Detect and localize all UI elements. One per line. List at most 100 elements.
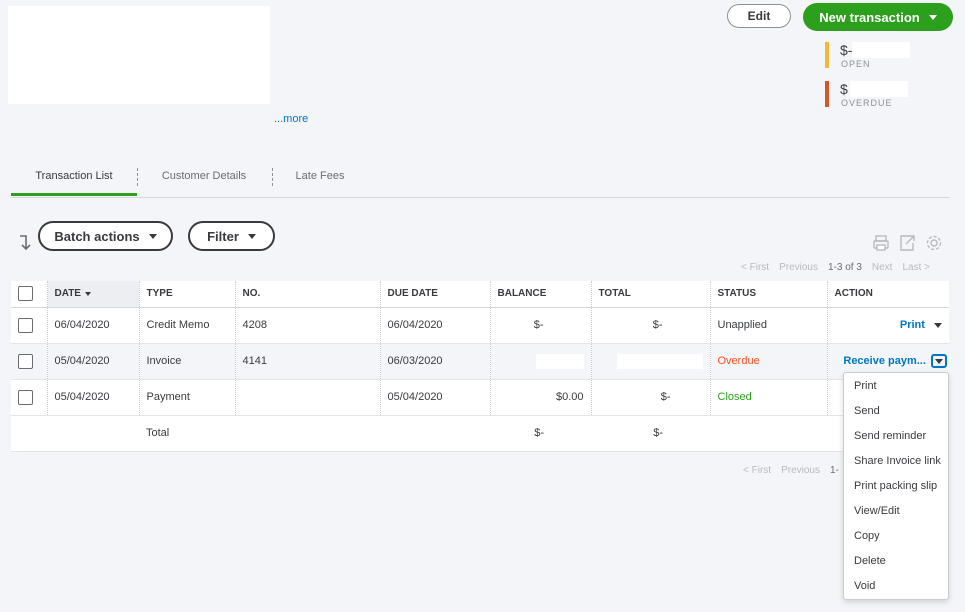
overdue-label: OVERDUE (841, 98, 893, 108)
total-spacer (380, 415, 490, 452)
print-action-link[interactable]: Print (900, 319, 925, 331)
column-header-balance[interactable]: BALANCE (490, 281, 592, 308)
pager-last[interactable]: Last > (902, 262, 930, 273)
open-amount: $- (840, 42, 853, 58)
filter-label: Filter (207, 228, 239, 244)
total-value: $- (652, 318, 663, 331)
open-bar (825, 42, 829, 68)
total-spacer (11, 415, 47, 452)
column-header-total[interactable]: TOTAL (591, 281, 711, 308)
cell-total: $- (591, 379, 711, 416)
cell-total: $- (591, 307, 711, 344)
cell-balance: $- (490, 307, 592, 344)
tab-late-fees[interactable]: Late Fees (281, 162, 359, 196)
total-label: Total (139, 415, 235, 452)
row-checkbox[interactable] (18, 353, 33, 369)
cell-date: 06/04/2020 (47, 307, 140, 344)
total-value: $- (660, 390, 671, 403)
export-icon[interactable] (898, 234, 916, 252)
cell-due-date: 06/03/2020 (380, 343, 491, 380)
total-spacer (710, 415, 827, 452)
cell-no (235, 379, 381, 416)
select-all-checkbox[interactable] (18, 286, 33, 302)
pager-first[interactable]: < First (741, 262, 769, 273)
settings-icon[interactable] (925, 234, 943, 252)
cell-no: 4141 (235, 343, 381, 380)
sort-desc-icon (84, 291, 91, 296)
open-label: OPEN (841, 59, 871, 69)
chevron-down-icon (148, 233, 157, 239)
total-spacer (47, 415, 139, 452)
batch-actions-label: Batch actions (54, 228, 140, 244)
redaction (662, 319, 703, 332)
edit-button[interactable]: Edit (727, 4, 791, 28)
row-select-cell (11, 343, 48, 380)
tab-transaction-list[interactable]: Transaction List (11, 162, 137, 196)
menu-item-view-edit[interactable]: View/Edit (844, 499, 948, 524)
table-total-row: Total $- $- (11, 415, 949, 452)
balance-value: $- (533, 318, 544, 331)
collapse-arrow-icon[interactable] (17, 233, 35, 253)
pager-first[interactable]: < First (743, 465, 771, 476)
cell-date: 05/04/2020 (47, 379, 140, 416)
tab-customer-details[interactable]: Customer Details (147, 162, 261, 196)
pager-bottom: < First Previous 1- (743, 465, 839, 476)
total-balance-value: $- (534, 426, 544, 439)
column-header-date[interactable]: DATE (47, 281, 140, 308)
overdue-amount-redaction (850, 81, 908, 97)
column-header-type[interactable]: TYPE (139, 281, 236, 308)
pager-previous[interactable]: Previous (781, 465, 820, 476)
pager-previous[interactable]: Previous (779, 262, 818, 273)
print-icon[interactable] (872, 234, 890, 252)
cell-status: Closed (710, 379, 828, 416)
cell-type: Payment (139, 379, 236, 416)
filter-button[interactable]: Filter (188, 221, 275, 251)
menu-item-print[interactable]: Print (844, 374, 948, 399)
column-header-status[interactable]: STATUS (710, 281, 828, 308)
pager-range: 1- (829, 465, 839, 476)
menu-item-send[interactable]: Send (844, 399, 948, 424)
cell-due-date: 05/04/2020 (380, 379, 491, 416)
cell-status: Unapplied (710, 307, 828, 344)
table-row[interactable]: 06/04/2020 Credit Memo 4208 06/04/2020 $… (11, 307, 949, 344)
open-summary[interactable]: $- OPEN (825, 42, 915, 72)
cell-balance: $0.00 (490, 379, 592, 416)
table-row[interactable]: 05/04/2020 Payment 05/04/2020 $0.00 $- C… (11, 379, 949, 416)
chevron-down-icon (928, 14, 937, 20)
action-dropdown-toggle[interactable] (931, 354, 947, 368)
column-header-no[interactable]: NO. (235, 281, 381, 308)
menu-item-send-reminder[interactable]: Send reminder (844, 424, 948, 449)
tab-divider (272, 168, 273, 186)
row-checkbox[interactable] (18, 389, 33, 405)
overdue-summary[interactable]: $ OVERDUE (825, 81, 915, 111)
cell-type: Credit Memo (139, 307, 236, 344)
cell-total (591, 343, 711, 380)
row-checkbox[interactable] (18, 317, 33, 333)
menu-item-print-packing-slip[interactable]: Print packing slip (844, 474, 948, 499)
menu-item-copy[interactable]: Copy (844, 524, 948, 549)
menu-item-delete[interactable]: Delete (844, 549, 948, 574)
batch-actions-button[interactable]: Batch actions (38, 221, 173, 251)
new-transaction-button[interactable]: New transaction (803, 3, 953, 31)
cell-no: 4208 (235, 307, 381, 344)
chevron-down-icon (247, 233, 256, 239)
new-transaction-label: New transaction (819, 9, 920, 25)
table-row[interactable]: 05/04/2020 Invoice 4141 06/03/2020 Overd… (11, 343, 949, 380)
menu-item-void[interactable]: Void (844, 574, 948, 599)
row-select-cell (11, 307, 48, 344)
tab-bar: Transaction List Customer Details Late F… (11, 162, 950, 198)
column-label: DATE (54, 288, 81, 300)
total-total: $- (591, 415, 710, 452)
select-all-cell (11, 281, 48, 308)
menu-item-share-invoice-link[interactable]: Share Invoice link (844, 449, 948, 474)
chevron-down-icon[interactable] (934, 323, 942, 328)
column-header-action: ACTION (827, 281, 949, 308)
more-link[interactable]: ...more (274, 113, 308, 125)
total-spacer (235, 415, 380, 452)
receive-payment-action-link[interactable]: Receive paym... (843, 355, 926, 367)
pager-next[interactable]: Next (872, 262, 893, 273)
cell-balance (490, 343, 592, 380)
total-total-value: $- (653, 426, 663, 439)
column-header-due-date[interactable]: DUE DATE (380, 281, 491, 308)
pager-range: 1-3 of 3 (827, 262, 862, 273)
